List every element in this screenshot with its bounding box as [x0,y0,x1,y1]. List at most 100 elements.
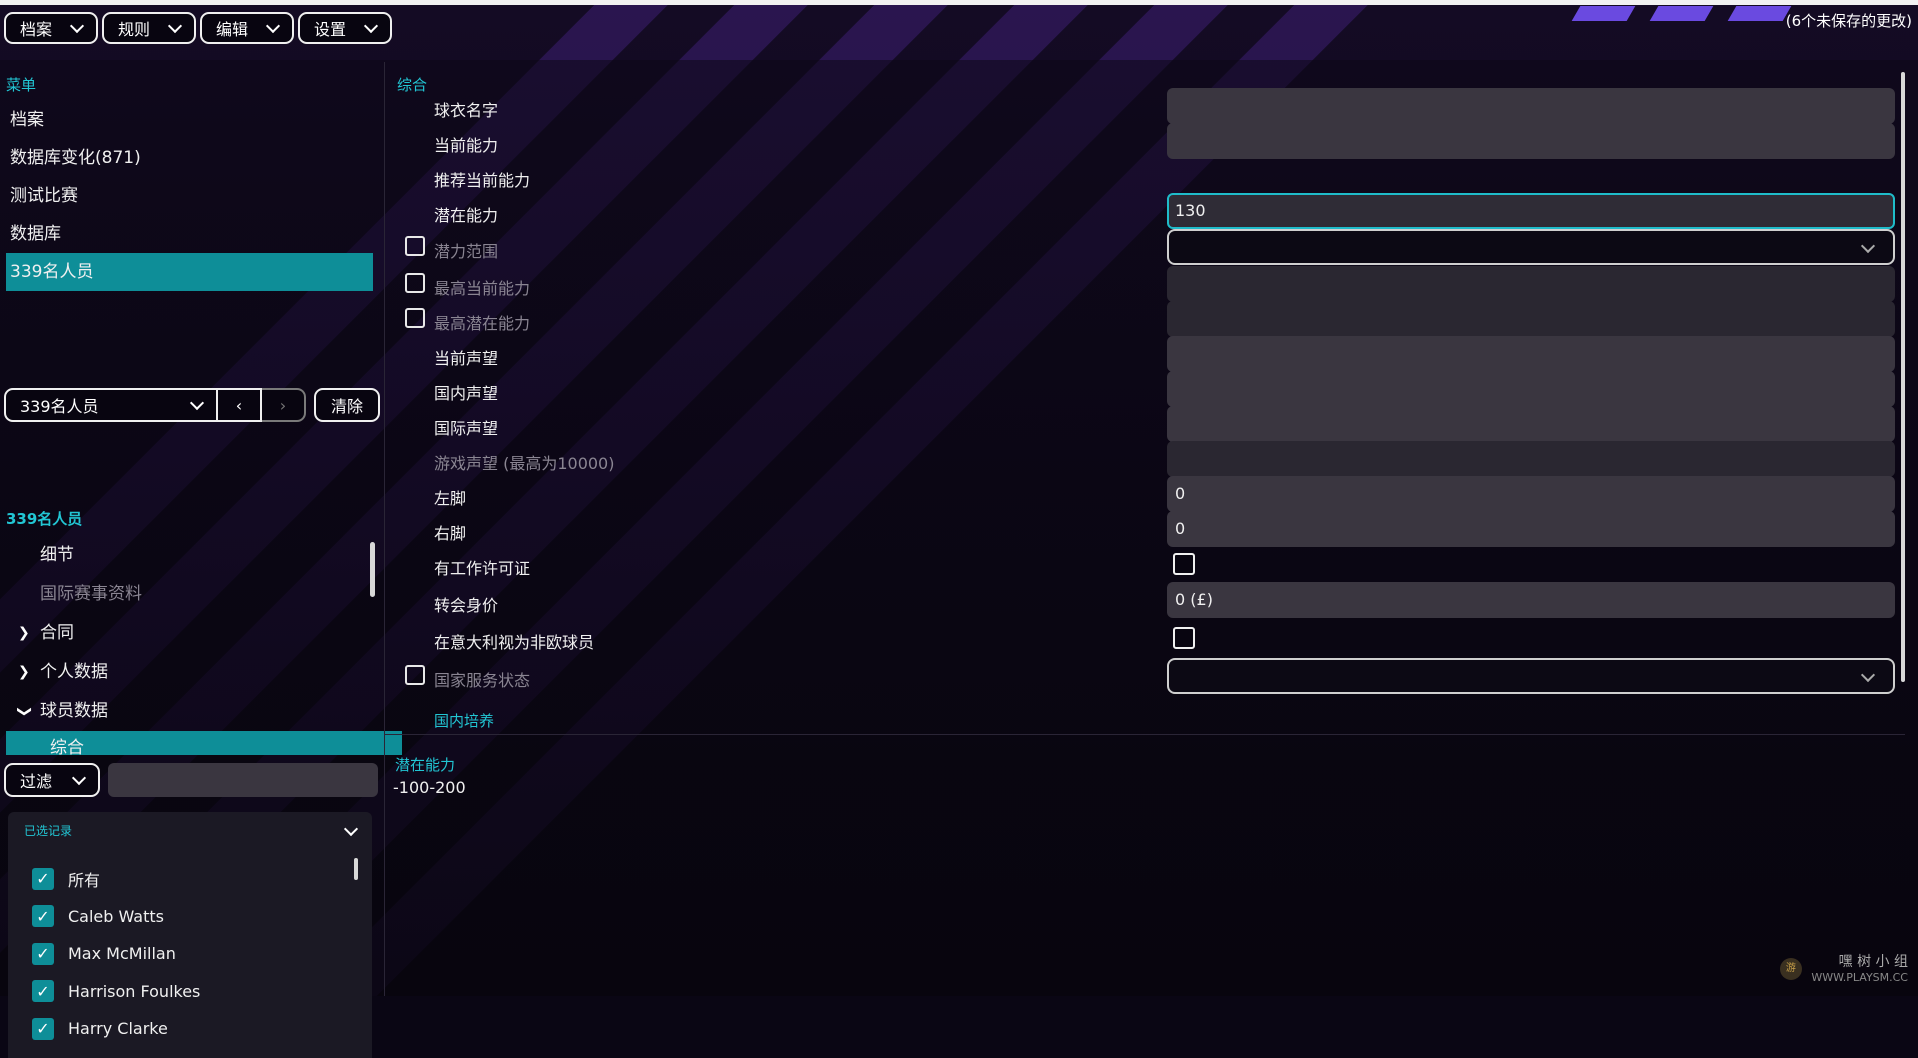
potential-range-dropdown[interactable] [1167,229,1895,265]
unsaved-changes-text: (6个未保存的更改) [1785,12,1912,30]
section-tree: 细节 国际赛事资料 ❯ 合同 ❯ 个人数据 ❯ 球员数据 综合 [0,536,402,755]
record-label: Max McMillan [68,944,176,964]
menu-settings-button[interactable]: 设置 [298,12,392,44]
menu-file-button[interactable]: 档案 [4,12,98,44]
home-reputation-input[interactable] [1167,371,1895,407]
filter-input[interactable] [108,763,378,797]
top-bar-line [0,0,1918,5]
records-title: 已选记录 [24,824,73,838]
records-list: ✓ 所有 ✓ Caleb Watts ✓ Max McMillan ✓ Harrison… [32,860,200,1048]
filter-button[interactable]: 过滤 [4,763,100,797]
homegrown-link[interactable]: 国内培养 [434,710,494,731]
right-foot-input[interactable]: 0 [1167,511,1895,547]
sidebar-item-file[interactable]: 档案 [0,101,385,139]
tree-item-general[interactable]: 综合 [6,731,402,755]
checkbox-checked-icon[interactable]: ✓ [32,905,54,928]
filter-bar: 过滤 [4,763,378,797]
tree-item-intl-records[interactable]: 国际赛事资料 [0,575,380,614]
main-scrollbar[interactable] [1901,72,1905,682]
menu-rules-button[interactable]: 规则 [102,12,196,44]
menu-label: 规则 [118,20,151,39]
tree-item-personal[interactable]: ❯ 个人数据 [0,653,380,692]
divider-line [385,734,1905,735]
transfer-value-input[interactable]: 0 (£) [1167,582,1895,618]
checkbox-checked-icon[interactable]: ✓ [32,1017,54,1040]
forward-button[interactable]: › [262,388,306,422]
checkbox[interactable] [405,308,425,328]
tree-item-details[interactable]: 细节 [0,536,380,575]
tree-item-label: 细节 [40,545,74,565]
current-ability-input[interactable] [1167,123,1895,159]
watermark-cn: 嘿 树 小 组 [1838,954,1908,971]
sidebar-item-test-match[interactable]: 测试比赛 [0,177,385,215]
field-label: 球衣名字 [434,101,499,120]
menu-label: 编辑 [216,20,249,39]
watermark-logo-icon: 游 [1779,958,1802,981]
field-label: 有工作许可证 [434,559,531,578]
field-label: 国内声望 [434,384,499,403]
chevron-down-icon [363,18,379,33]
record-item[interactable]: ✓ Harry Clarke [32,1010,200,1048]
checkbox[interactable] [405,236,425,256]
back-button[interactable]: ‹ [218,388,262,422]
menu-edit-button[interactable]: 编辑 [200,12,294,44]
chevron-right-icon: ❯ [18,664,30,680]
field-label: 在意大利视为非欧球员 [434,633,595,652]
non-eu-italy-checkbox[interactable] [1173,627,1195,649]
watermark: 游 嘿 树 小 组 WWW.PLAYSM.CC [1779,954,1908,984]
tree-item-label: 国际赛事资料 [40,584,142,604]
chevron-down-icon [167,18,183,33]
tree-item-label: 个人数据 [40,662,108,682]
chevron-down-icon [1860,238,1876,254]
field-label: 推荐当前能力 [434,171,531,190]
chevron-down-icon: ❯ [16,705,33,718]
chevron-down-icon [1860,667,1876,683]
sidebar-item-db-changes[interactable]: 数据库变化(871) [0,139,385,177]
game-reputation-input[interactable] [1167,441,1895,477]
field-label: 当前声望 [434,349,499,368]
decor-stripe [1571,6,1636,21]
world-reputation-input[interactable] [1167,406,1895,442]
clear-button[interactable]: 清除 [314,388,380,422]
records-scrollbar[interactable] [354,858,358,880]
chevron-down-icon[interactable] [343,821,359,837]
field-label: 最高当前能力 [434,279,531,298]
current-reputation-input[interactable] [1167,336,1895,372]
shirt-name-input[interactable] [1167,88,1895,124]
national-service-dropdown[interactable] [1167,658,1895,694]
chevron-right-icon: ❯ [18,625,30,641]
people-nav-bar: 339名人员 ‹ › 清除 [4,388,380,422]
left-foot-input[interactable]: 0 [1167,476,1895,512]
field-label: 当前能力 [434,136,499,155]
watermark-url: WWW.PLAYSM.CC [1811,970,1908,984]
sidebar-item-database[interactable]: 数据库 [0,215,385,253]
selected-records-panel: 已选记录 ✓ 所有 ✓ Caleb Watts ✓ Max McMillan ✓ Har… [8,812,372,1058]
section-title: 综合 [397,76,428,94]
checkbox-checked-icon[interactable]: ✓ [32,867,54,890]
checkbox[interactable] [405,273,425,293]
record-item[interactable]: ✓ Harrison Foulkes [32,973,200,1011]
checkbox[interactable] [405,665,425,685]
main-panel: 综合 球衣名字 当前能力 推荐当前能力 潜在能力 130 潜力范围 最高当前能力… [385,62,1918,996]
chevron-down-icon [71,770,87,785]
potential-ability-input[interactable]: 130 [1167,193,1895,229]
sidebar-item-people[interactable]: 339名人员 [6,253,373,291]
work-permit-checkbox[interactable] [1173,553,1195,575]
record-item[interactable]: ✓ Max McMillan [32,935,200,973]
menu-bar: 档案 规则 编辑 设置 [4,12,392,44]
max-potential-ability-input[interactable] [1167,301,1895,337]
tree-scrollbar[interactable] [370,542,375,597]
max-current-ability-input[interactable] [1167,266,1895,302]
checkbox-checked-icon[interactable]: ✓ [32,942,54,965]
tree-item-player-data[interactable]: ❯ 球员数据 [0,692,380,731]
record-label: 所有 [68,870,101,890]
people-select[interactable]: 339名人员 [4,388,218,422]
checkbox-checked-icon[interactable]: ✓ [32,980,54,1003]
field-label: 转会身价 [434,596,499,615]
chevron-left-icon: ‹ [235,395,243,415]
tree-item-contract[interactable]: ❯ 合同 [0,614,380,653]
help-title: 潜在能力 [395,756,456,774]
record-item[interactable]: ✓ Caleb Watts [32,898,200,936]
record-item[interactable]: ✓ 所有 [32,860,200,898]
filter-label: 过滤 [20,772,53,791]
